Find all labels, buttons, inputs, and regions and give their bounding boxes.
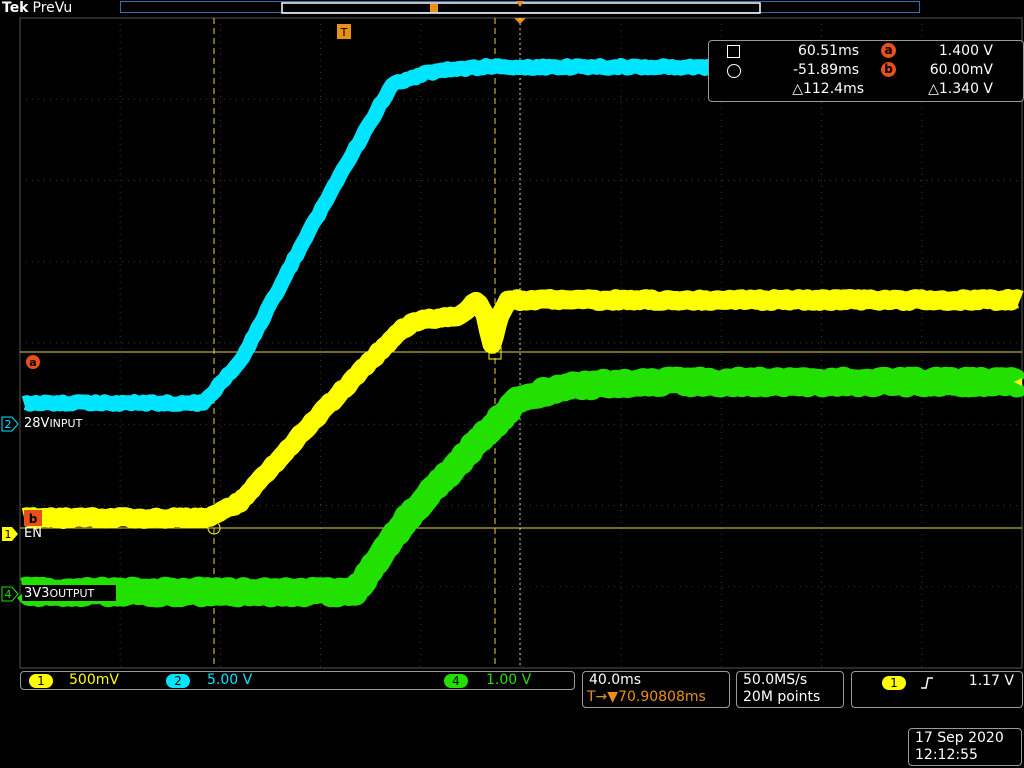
square-cursor-icon bbox=[727, 45, 740, 58]
ch2-ground-label: 2 bbox=[5, 418, 12, 431]
ch4-ground-label: 4 bbox=[5, 588, 12, 601]
cursor-b-time: -51.89ms bbox=[769, 62, 859, 78]
acquisition-box[interactable]: 50.0MS/s 20M points bbox=[736, 671, 844, 708]
cursor-a-time: 60.51ms bbox=[769, 43, 859, 59]
ch4-label: 3V3OUTPUT bbox=[24, 586, 94, 601]
cursor-a-badge: a bbox=[881, 43, 896, 58]
ch2-waveform bbox=[24, 66, 1020, 405]
cursor-b-marker-label: b bbox=[29, 512, 38, 526]
cursor-a-volt: 1.400 V bbox=[905, 43, 993, 59]
ch1-badge[interactable]: 1 bbox=[29, 674, 53, 688]
ch2-label: 28VINPUT bbox=[24, 416, 82, 431]
datetime-box: 17 Sep 2020 12:12:55 bbox=[908, 728, 1022, 766]
trigger-source-badge: 1 bbox=[882, 676, 906, 690]
ch1-label: EN bbox=[24, 526, 42, 541]
cursor-b-badge: b bbox=[881, 62, 896, 77]
sample-rate: 50.0MS/s bbox=[743, 672, 807, 688]
rising-edge-icon bbox=[920, 676, 934, 690]
cursor-b-volt: 60.00mV bbox=[905, 62, 993, 78]
ch2-scale: 5.00 V bbox=[207, 672, 252, 688]
time: 12:12:55 bbox=[915, 747, 978, 763]
time-scale: 40.0ms bbox=[589, 672, 641, 688]
cursor-a-marker-label: a bbox=[29, 356, 36, 369]
delta-time: △112.4ms bbox=[769, 81, 864, 97]
ch4-badge[interactable]: 4 bbox=[444, 674, 468, 688]
trigger-position-marker bbox=[516, 1, 524, 7]
circle-cursor-icon bbox=[727, 64, 741, 78]
trigger-marker-label: T bbox=[340, 26, 348, 39]
channel-scale-bar[interactable]: 1 500mV 2 5.00 V 4 1.00 V bbox=[20, 671, 575, 690]
record-length: 20M points bbox=[743, 689, 820, 705]
trigger-box[interactable]: 1 1.17 V bbox=[851, 671, 1023, 708]
ch2-badge[interactable]: 2 bbox=[166, 674, 190, 688]
date: 17 Sep 2020 bbox=[915, 730, 1004, 746]
ch1-scale: 500mV bbox=[69, 672, 119, 688]
graticule-grid bbox=[20, 18, 1022, 668]
timebase-box[interactable]: 40.0ms T→▼70.90808ms bbox=[582, 671, 730, 708]
ch4-scale: 1.00 V bbox=[486, 672, 531, 688]
delta-volt: △1.340 V bbox=[905, 81, 993, 97]
record-trigger-marker bbox=[430, 4, 438, 12]
waveform-display: T a b 2 1 4 bbox=[0, 0, 1024, 768]
ch1-ground-label: 1 bbox=[5, 528, 12, 541]
trigger-position: T→▼70.90808ms bbox=[587, 689, 706, 705]
trigger-level: 1.17 V bbox=[969, 673, 1014, 689]
cursor-readout-panel: 60.51ms a 1.400 V -51.89ms b 60.00mV △11… bbox=[708, 40, 1024, 102]
